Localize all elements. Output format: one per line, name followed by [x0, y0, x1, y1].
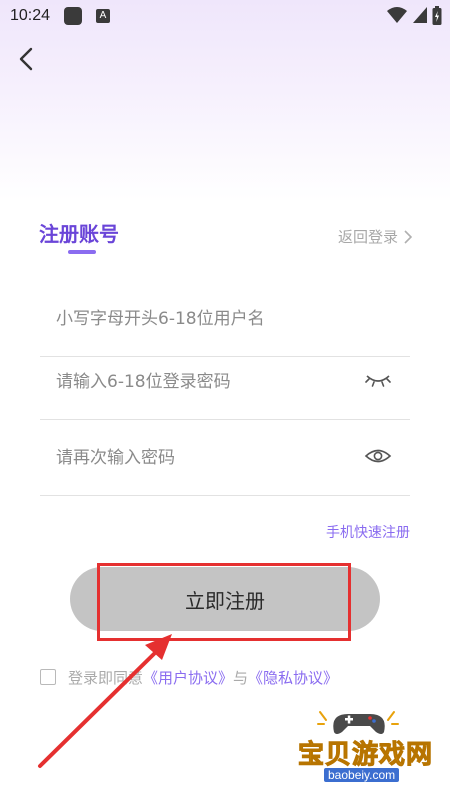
- chevron-right-icon: [404, 229, 412, 244]
- eye-open-icon[interactable]: [364, 445, 392, 467]
- status-time: 10:24: [10, 7, 51, 24]
- signal-icon: [413, 7, 427, 23]
- confirm-password-field: [40, 419, 410, 497]
- password-input[interactable]: [54, 343, 358, 421]
- chevron-left-icon[interactable]: [14, 46, 40, 72]
- agreement-checkbox[interactable]: [40, 669, 56, 685]
- battery-icon: [432, 6, 442, 25]
- privacy-policy-link[interactable]: 《隐私协议》: [248, 667, 338, 688]
- page-title: 注册账号: [39, 222, 119, 246]
- user-agreement-link[interactable]: 《用户协议》: [143, 667, 233, 688]
- watermark: 宝贝游戏网 baobeiy.com: [290, 706, 440, 792]
- confirm-password-input[interactable]: [54, 419, 358, 497]
- phone-register-link[interactable]: 手机快速注册: [326, 522, 410, 542]
- register-button[interactable]: 立即注册: [70, 567, 380, 631]
- status-bar: 10:24 A: [0, 0, 450, 32]
- notification-a-icon: A: [96, 9, 110, 23]
- agreement-row: 登录即同意 《用户协议》 与 《隐私协议》: [40, 666, 338, 688]
- agreement-prefix: 登录即同意: [68, 668, 144, 687]
- wifi-icon: [387, 7, 407, 23]
- eye-closed-icon[interactable]: [364, 369, 392, 391]
- title-underline: [68, 250, 96, 254]
- agreement-conjunction: 与: [233, 668, 249, 687]
- watermark-title: 宝贝游戏网: [297, 740, 434, 771]
- password-field: [40, 343, 410, 421]
- back-to-login-link[interactable]: 返回登录: [338, 226, 412, 247]
- watermark-url: baobeiy.com: [324, 768, 400, 782]
- notification-icon: [64, 7, 82, 25]
- back-to-login-label: 返回登录: [337, 228, 398, 246]
